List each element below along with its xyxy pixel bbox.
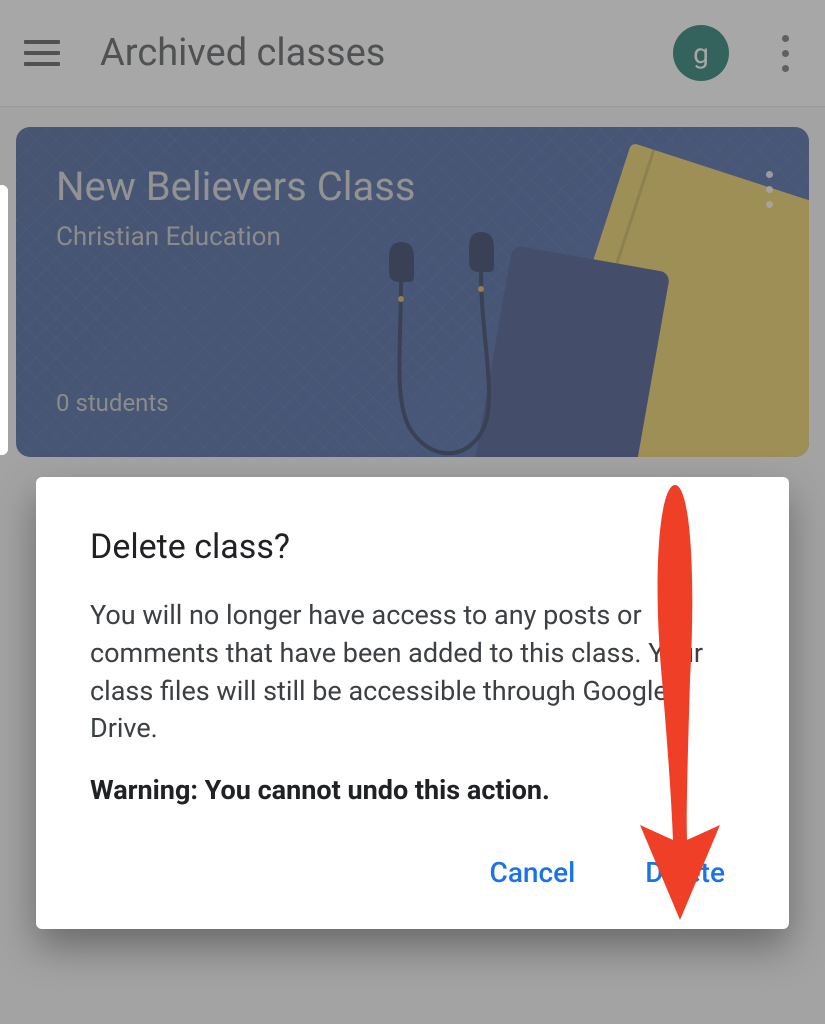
- delete-confirm-dialog: Delete class? You will no longer have ac…: [36, 477, 789, 929]
- dialog-body: You will no longer have access to any po…: [90, 597, 735, 748]
- dialog-actions: Cancel Delete: [90, 856, 735, 889]
- scroll-indicator: [0, 185, 8, 455]
- dialog-warning: Warning: You cannot undo this action.: [90, 774, 735, 806]
- cancel-button[interactable]: Cancel: [490, 856, 576, 889]
- dialog-title: Delete class?: [90, 527, 735, 567]
- delete-button[interactable]: Delete: [645, 856, 725, 889]
